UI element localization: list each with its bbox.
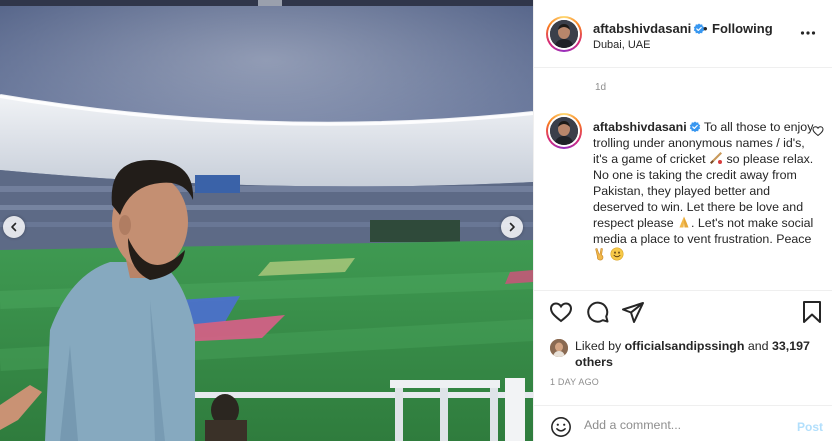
avatar-image: [550, 117, 578, 145]
likes-joiner: and: [747, 339, 769, 353]
avatar-image: [550, 20, 578, 48]
caption-author-username[interactable]: aftabshivdasani: [593, 120, 687, 134]
relative-time: 1d: [595, 82, 607, 93]
smiling-face-emoji: [610, 247, 624, 261]
avatar-image: [550, 339, 568, 357]
caption-author-avatar[interactable]: [546, 113, 582, 149]
folded-hands-emoji: [679, 216, 689, 228]
smiley-icon: [551, 417, 571, 437]
header-separator: •: [703, 21, 708, 36]
post-comment-button[interactable]: Post: [797, 420, 823, 434]
share-icon: [622, 302, 644, 323]
add-comment-bar: Post: [534, 405, 832, 441]
liker-avatar[interactable]: [550, 339, 568, 357]
emoji-picker-button[interactable]: [550, 416, 572, 441]
author-username[interactable]: aftabshivdasani: [593, 21, 705, 36]
post-photo[interactable]: [0, 0, 533, 441]
post-actions: [534, 296, 832, 330]
like-caption-button[interactable]: [812, 125, 824, 140]
author-username-text[interactable]: aftabshivdasani: [593, 21, 691, 36]
chevron-right-icon: [509, 222, 515, 232]
chevron-left-icon: [11, 222, 17, 232]
liked-by-user[interactable]: officialsandipssingh: [625, 339, 745, 353]
comment-icon: [587, 301, 609, 323]
likes-prefix: Liked by: [575, 339, 622, 353]
post-caption: aftabshivdasani To all those to enjoy tr…: [534, 110, 832, 290]
likes-text: Liked by officialsandipssingh and 33,197…: [575, 338, 815, 370]
following-button[interactable]: Following: [712, 21, 773, 36]
bookmark-icon: [803, 301, 821, 323]
save-button[interactable]: [800, 300, 824, 327]
carousel-prev-button[interactable]: [3, 216, 25, 238]
like-button[interactable]: [549, 300, 573, 327]
cricket-bat-emoji: [710, 152, 722, 164]
more-options-button[interactable]: [800, 25, 816, 44]
verified-badge-icon: [689, 121, 700, 133]
caption-text: aftabshivdasani To all those to enjoy tr…: [593, 119, 817, 263]
author-avatar[interactable]: [546, 16, 582, 52]
comment-input[interactable]: [584, 414, 784, 436]
comment-button[interactable]: [586, 300, 610, 327]
heart-icon: [549, 302, 573, 323]
share-button[interactable]: [621, 300, 645, 327]
post-details-panel: aftabshivdasani • Following Dubai, UAE 1…: [533, 0, 832, 441]
post-location[interactable]: Dubai, UAE: [593, 39, 650, 51]
instagram-post-view: aftabshivdasani • Following Dubai, UAE 1…: [0, 0, 832, 441]
carousel-next-button[interactable]: [501, 216, 523, 238]
more-options-icon: [800, 31, 816, 35]
stadium-photo: [0, 0, 533, 441]
divider: [534, 290, 832, 291]
post-timestamp[interactable]: 1 DAY AGO: [550, 377, 599, 387]
post-header: aftabshivdasani • Following Dubai, UAE: [534, 0, 832, 68]
heart-icon: [812, 126, 824, 137]
victory-hand-emoji: [595, 248, 604, 261]
